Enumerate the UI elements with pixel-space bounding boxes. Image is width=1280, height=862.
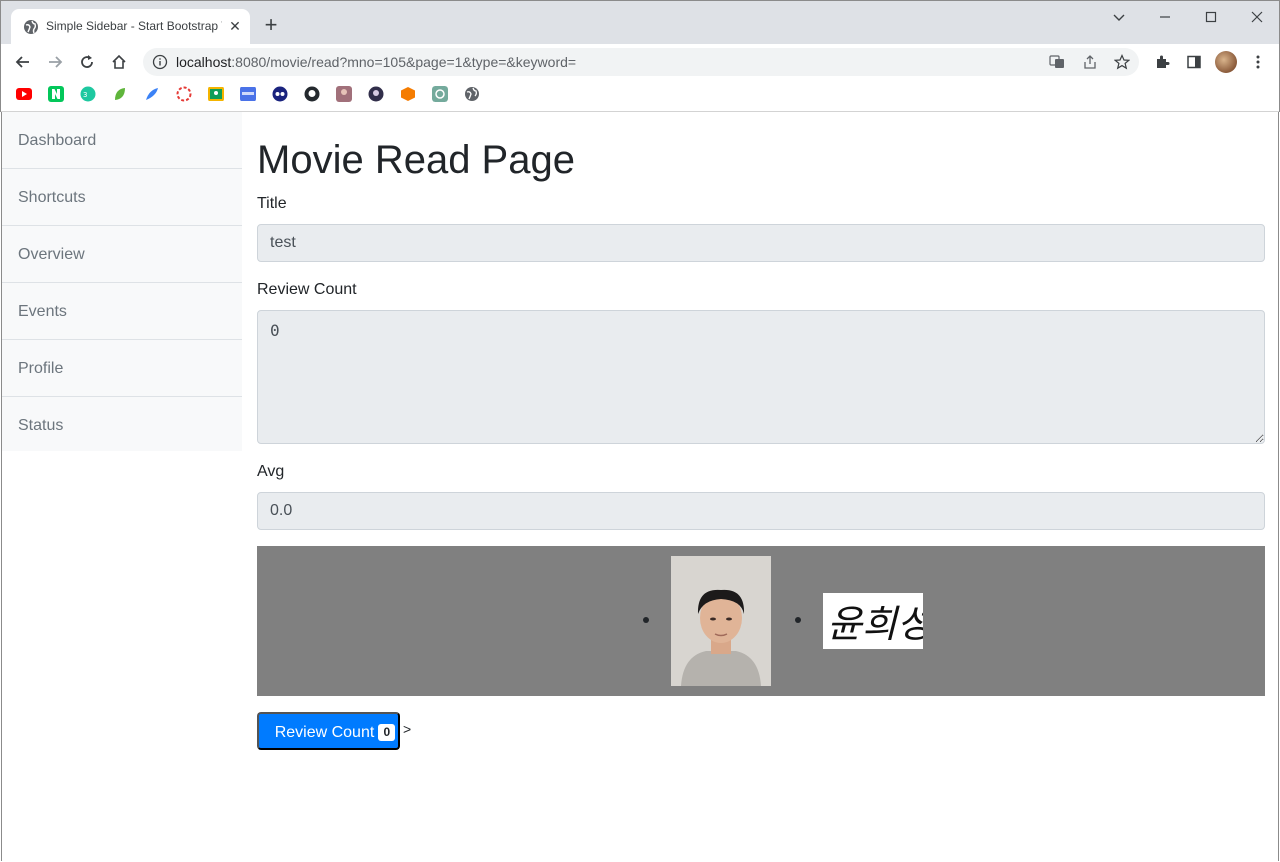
forward-icon[interactable] [43, 50, 67, 74]
review-count-button[interactable]: Review Count 0 [257, 712, 400, 750]
sidebar: Dashboard Shortcuts Overview Events Prof… [2, 112, 242, 451]
character-bookmark-icon[interactable] [368, 86, 384, 102]
signature-text: 윤희성 [827, 602, 923, 646]
back-icon[interactable] [11, 50, 35, 74]
bookmark-star-icon[interactable] [1114, 54, 1130, 70]
list-bullet [643, 617, 649, 623]
globe-icon [24, 20, 38, 34]
naver-bookmark-icon[interactable] [48, 86, 64, 102]
review-count-label: Review Count [257, 281, 357, 298]
classroom-bookmark-icon[interactable] [208, 86, 224, 102]
page-title: Movie Read Page [257, 138, 575, 182]
lifebuoy-bookmark-icon[interactable] [176, 86, 192, 102]
owl-bookmark-icon[interactable] [272, 86, 288, 102]
minimize-icon[interactable] [1153, 7, 1177, 27]
browser-toolbar: localhost:8080/movie/read?mno=105&page=1… [1, 44, 1279, 80]
review-count-button-label: Review Count [274, 724, 375, 741]
sidebar-item-dashboard[interactable]: Dashboard [2, 112, 242, 169]
info-icon[interactable] [152, 54, 168, 70]
profile-avatar[interactable] [1215, 51, 1237, 73]
list-bullet [795, 617, 801, 623]
profile-photo[interactable] [671, 556, 771, 686]
close-window-icon[interactable] [1245, 7, 1269, 27]
svg-text:3: 3 [83, 91, 87, 99]
avg-input[interactable] [257, 492, 1265, 530]
menu-kebab-icon[interactable] [1248, 52, 1268, 72]
share-icon[interactable] [1082, 54, 1098, 70]
orange-cube-bookmark-icon[interactable] [400, 86, 416, 102]
blue-card-bookmark-icon[interactable] [240, 86, 256, 102]
extensions-icon[interactable] [1152, 52, 1172, 72]
maximize-icon[interactable] [1199, 7, 1223, 27]
signature-image[interactable]: 윤희성 [823, 593, 936, 649]
image-bookmark-icon[interactable] [336, 86, 352, 102]
sidebar-item-status[interactable]: Status [2, 397, 242, 454]
tab-strip: Simple Sidebar - Start Bootstrap Templat… [1, 1, 1279, 44]
image-gallery: 윤희성 [257, 546, 1265, 696]
page-viewport: Dashboard Shortcuts Overview Events Prof… [1, 112, 1279, 861]
reload-icon[interactable] [75, 50, 99, 74]
sidebar-item-profile[interactable]: Profile [2, 340, 242, 397]
home-icon[interactable] [107, 50, 131, 74]
sidebar-item-events[interactable]: Events [2, 283, 242, 340]
avg-label: Avg [257, 463, 285, 480]
title-input[interactable] [257, 224, 1265, 262]
side-panel-icon[interactable] [1184, 52, 1204, 72]
tab-search-icon[interactable] [1107, 7, 1131, 27]
bookmarks-bar: 3 [1, 80, 1279, 112]
browser-chrome: Simple Sidebar - Start Bootstrap Templat… [0, 0, 1280, 112]
stray-text: > [403, 721, 412, 737]
sidebar-item-shortcuts[interactable]: Shortcuts [2, 169, 242, 226]
sidebar-item-overview[interactable]: Overview [2, 226, 242, 283]
title-label: Title [257, 195, 287, 212]
translate-icon[interactable] [1049, 54, 1065, 70]
feather-bookmark-icon[interactable] [144, 86, 160, 102]
new-tab-button[interactable]: + [261, 14, 281, 36]
green-circle-bookmark-icon[interactable]: 3 [80, 86, 96, 102]
github-icon[interactable] [304, 86, 320, 102]
address-url[interactable]: localhost:8080/movie/read?mno=105&page=1… [176, 54, 576, 70]
globe-bookmark-icon[interactable] [464, 86, 480, 102]
review-count-badge: 0 [378, 724, 396, 741]
browser-tab-active[interactable]: Simple Sidebar - Start Bootstrap Templat… [11, 9, 250, 44]
review-count-textarea[interactable]: 0 [257, 310, 1265, 444]
leaf-bookmark-icon[interactable] [112, 86, 128, 102]
address-bar[interactable]: localhost:8080/movie/read?mno=105&page=1… [143, 48, 1139, 76]
youtube-bookmark-icon[interactable] [16, 86, 32, 102]
openai-bookmark-icon[interactable] [432, 86, 448, 102]
tab-title: Simple Sidebar - Start Bootstrap Templat… [46, 19, 222, 33]
tab-close-icon[interactable]: ✕ [227, 18, 243, 34]
